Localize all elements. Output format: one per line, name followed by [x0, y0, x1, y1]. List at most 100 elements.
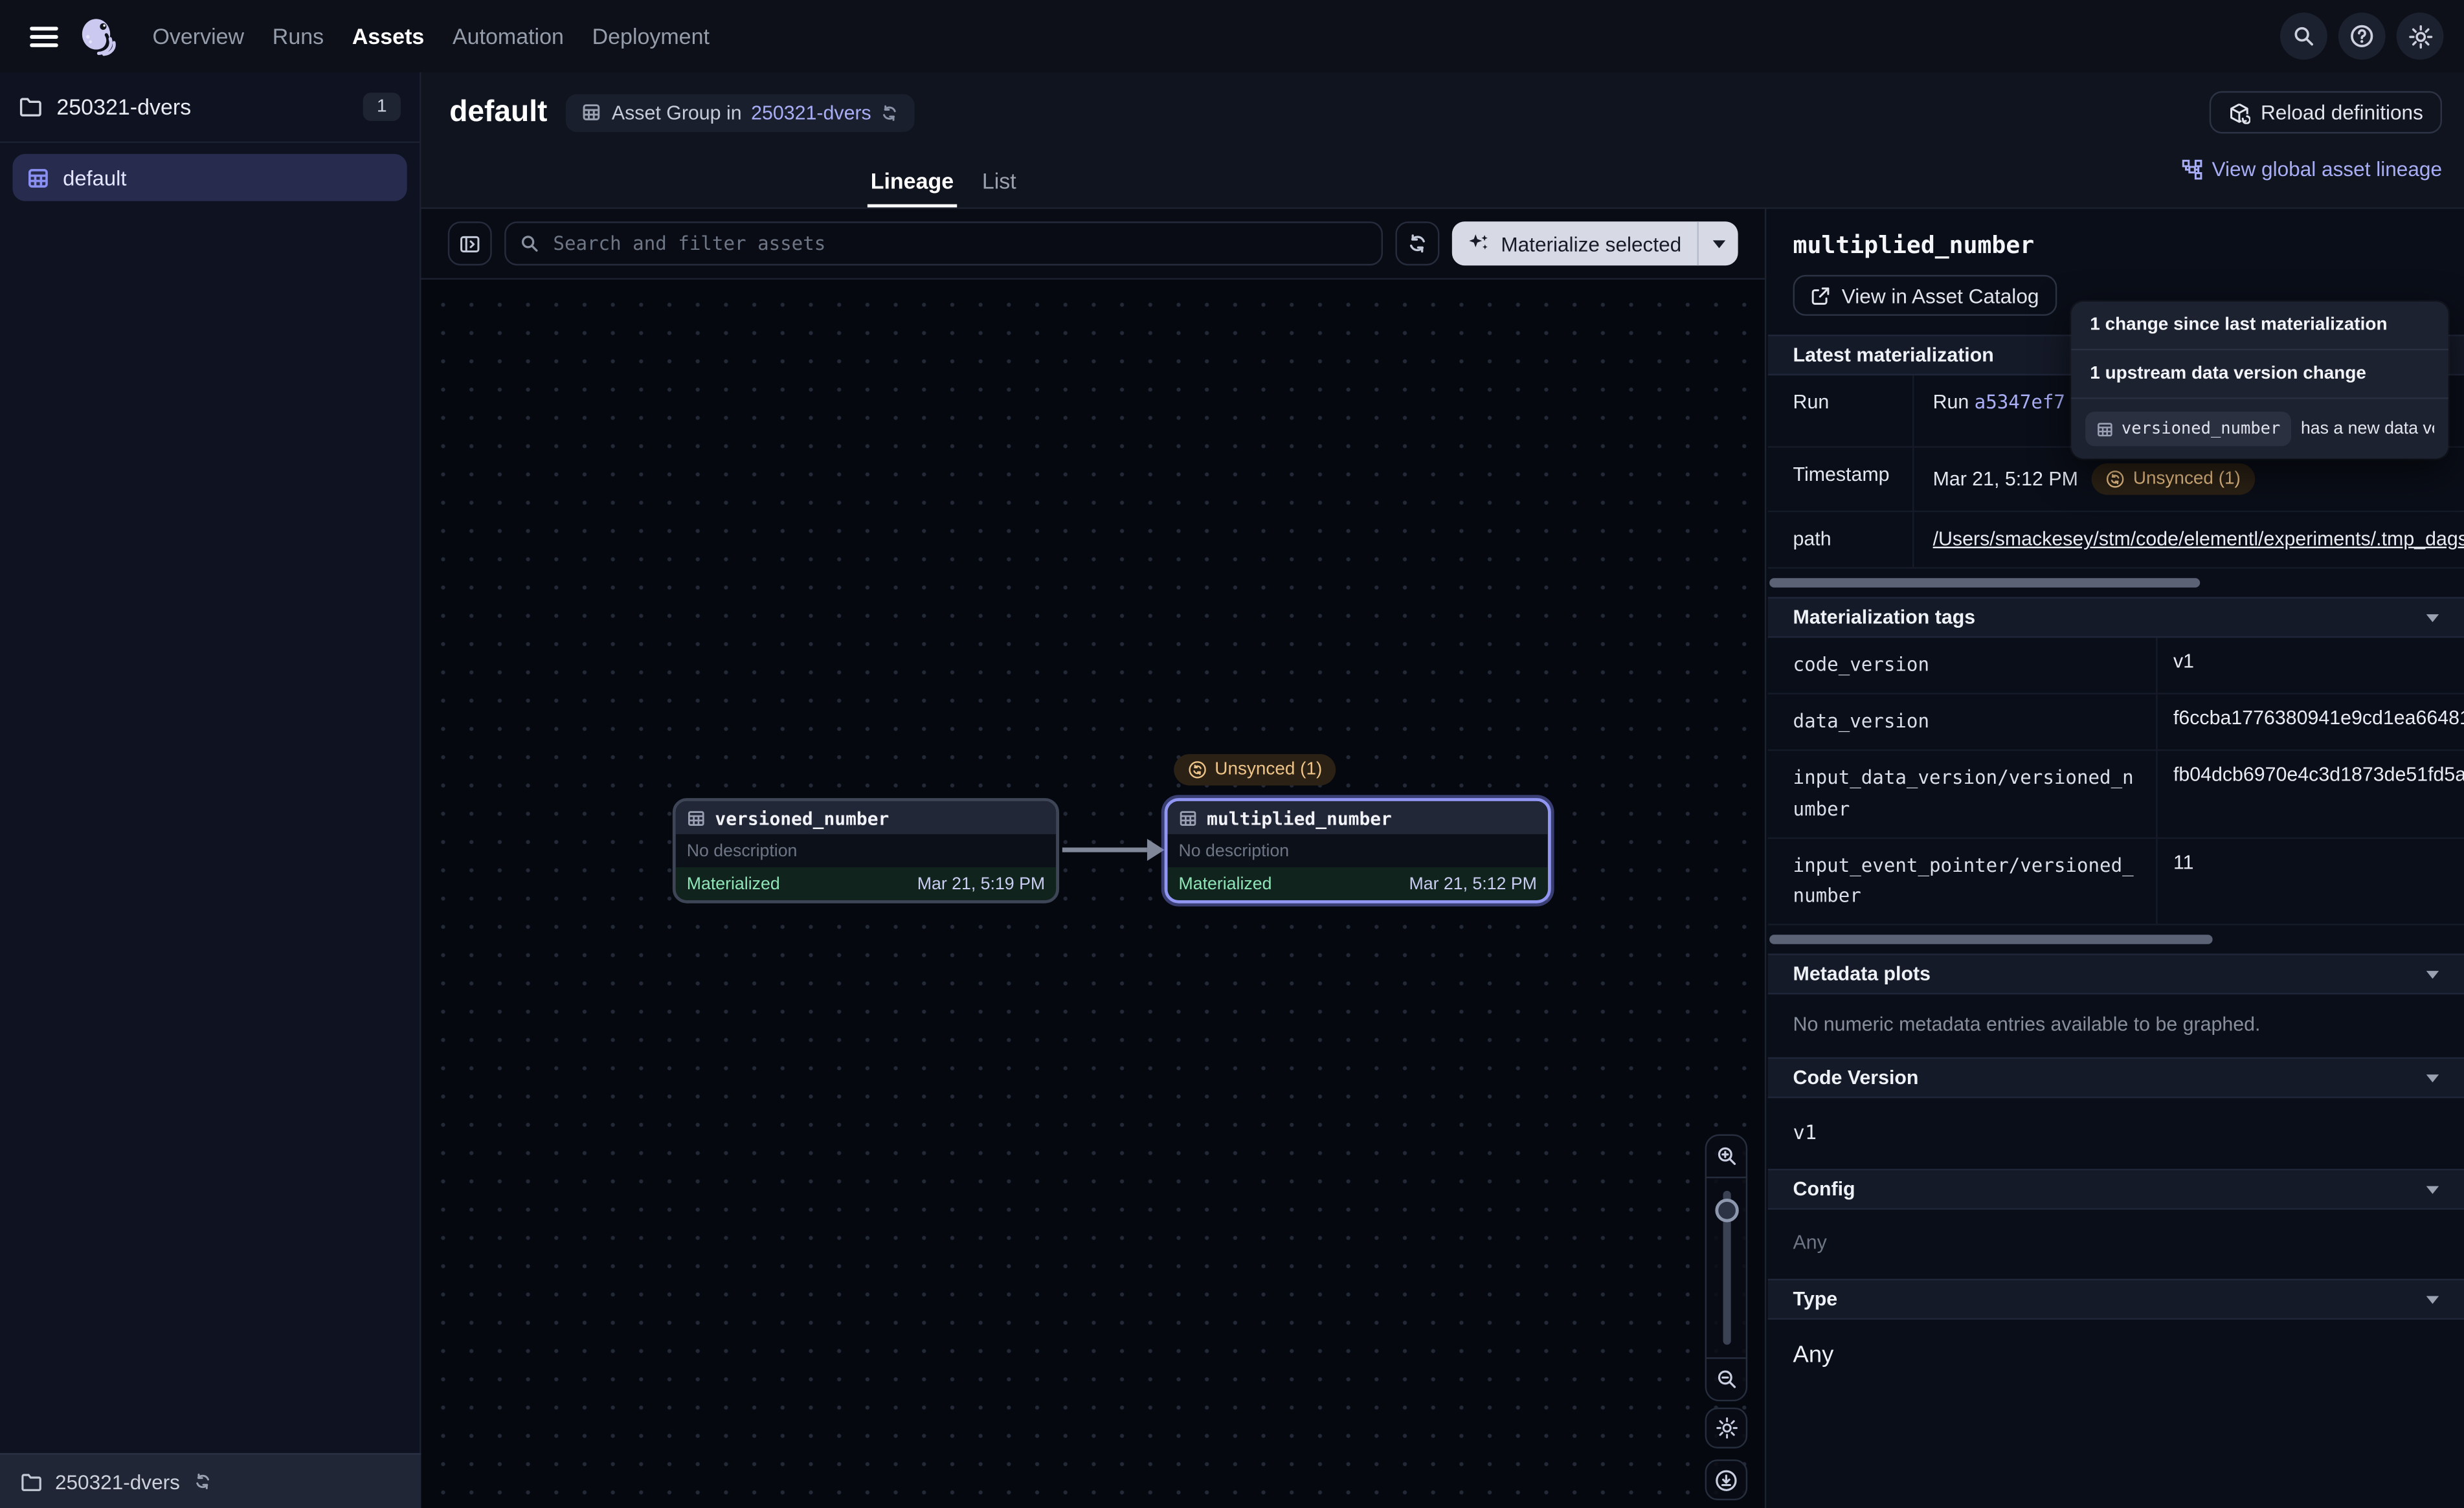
section-materialization-tags: Materialization tags — [1768, 597, 2464, 638]
materialize-dropdown-toggle[interactable] — [1699, 239, 1738, 247]
view-in-asset-catalog-label: View in Asset Catalog — [1842, 283, 2039, 307]
unsynced-icon — [2107, 470, 2125, 489]
tab-list[interactable]: List — [982, 168, 1016, 208]
section-type: Type — [1768, 1279, 2464, 1320]
sidebar-item-label: default — [63, 166, 126, 189]
search-button[interactable] — [2280, 12, 2327, 60]
asset-node-versioned-number[interactable]: versioned_number No description Material… — [673, 798, 1059, 904]
section-label: Config — [1793, 1179, 1855, 1201]
reload-definitions-label: Reload definitions — [2261, 100, 2423, 124]
search-icon — [2292, 25, 2314, 47]
path-link[interactable]: /Users/smackesey/stm/code/elementl/exper… — [1933, 528, 2464, 550]
lineage-edge-arrow — [1059, 832, 1166, 867]
search-icon — [520, 234, 539, 253]
table-icon — [687, 808, 706, 827]
tag-key: code_version — [1768, 638, 2158, 693]
asset-node-name: versioned_number — [715, 806, 889, 828]
tag-row-input-event-pointer: input_event_pointer/versioned_number 11 — [1768, 839, 2464, 926]
chevron-down-icon[interactable] — [2426, 1186, 2439, 1193]
tag-key: input_event_pointer/versioned_number — [1768, 839, 2158, 924]
asset-node-multiplied-number[interactable]: multiplied_number No description Materia… — [1165, 798, 1551, 904]
code-version-value: v1 — [1793, 1120, 2439, 1144]
section-label: Latest materialization — [1793, 344, 1994, 366]
section-label: Materialization tags — [1793, 606, 1976, 628]
horizontal-scrollbar[interactable] — [1769, 935, 2212, 945]
chevron-down-icon[interactable] — [2426, 614, 2439, 621]
chevron-down-icon[interactable] — [2426, 1074, 2439, 1081]
tab-lineage[interactable]: Lineage — [871, 168, 954, 208]
chip-prefix: Asset Group in — [612, 102, 742, 124]
timestamp-value: Mar 21, 5:12 PM — [1933, 468, 2078, 490]
row-path-key: path — [1768, 512, 1914, 567]
run-id-link[interactable]: a5347ef7 — [1975, 391, 2065, 413]
chip-repo-link[interactable]: 250321-dvers — [751, 102, 871, 124]
primary-nav: Overview Runs Assets Automation Deployme… — [152, 23, 709, 49]
asset-chip[interactable]: versioned_number — [2085, 412, 2291, 446]
asset-node-status: Materialized — [1178, 874, 1271, 893]
nav-runs[interactable]: Runs — [273, 23, 324, 49]
zoom-in-icon — [1715, 1146, 1737, 1168]
view-in-asset-catalog-button[interactable]: View in Asset Catalog — [1793, 275, 2057, 316]
run-prefix: Run — [1933, 391, 1975, 413]
table-icon — [2096, 420, 2114, 438]
asset-chip-label: versioned_number — [2122, 419, 2281, 438]
sync-icon[interactable] — [192, 1472, 211, 1491]
section-code-version: Code Version — [1768, 1058, 2464, 1098]
nav-automation[interactable]: Automation — [453, 23, 564, 49]
horizontal-scrollbar[interactable] — [1769, 578, 2200, 588]
asset-group-chip[interactable]: Asset Group in 250321-dvers — [566, 93, 915, 131]
graph-settings-button[interactable] — [1705, 1408, 1748, 1448]
nav-overview[interactable]: Overview — [152, 23, 244, 49]
unsynced-badge[interactable]: Unsynced (1) — [2092, 463, 2255, 495]
table-icon — [1178, 808, 1197, 827]
section-label: Code Version — [1793, 1067, 1919, 1089]
zoom-slider-knob[interactable] — [1714, 1199, 1738, 1222]
view-tabs: Lineage List — [871, 157, 1016, 208]
unsynced-badge-label: Unsynced (1) — [2133, 470, 2241, 489]
reload-definitions-button[interactable]: Reload definitions — [2209, 91, 2442, 134]
row-run-key: Run — [1768, 375, 1914, 446]
section-label: Type — [1793, 1289, 1838, 1311]
sidebar-count-badge: 1 — [363, 93, 401, 121]
asset-details-panel: multiplied_number View in Asset Catalog … — [1768, 209, 2464, 1508]
gear-icon — [2408, 25, 2432, 48]
asset-node-status: Materialized — [687, 874, 780, 893]
asset-node-description: No description — [1167, 834, 1547, 867]
hamburger-menu-icon[interactable] — [21, 12, 68, 60]
nav-deployment[interactable]: Deployment — [592, 23, 710, 49]
lineage-canvas[interactable]: Unsynced (1) versioned_number No descrip… — [421, 280, 1767, 1508]
zoom-slider[interactable] — [1707, 1177, 1746, 1359]
materialize-selected-button[interactable]: Materialize selected — [1452, 221, 1738, 265]
popup-suffix: has a new data version — [2301, 419, 2434, 438]
section-config: Config — [1768, 1169, 2464, 1210]
chevron-down-icon[interactable] — [2426, 970, 2439, 978]
settings-button[interactable] — [2397, 12, 2444, 60]
sync-icon — [880, 103, 899, 122]
nav-assets[interactable]: Assets — [352, 23, 424, 49]
materialize-sparkle-icon — [1468, 232, 1490, 254]
sidebar-repo-row[interactable]: 250321-dvers 1 — [0, 72, 420, 143]
asset-node-timestamp: Mar 21, 5:19 PM — [917, 874, 1045, 893]
help-button[interactable] — [2338, 12, 2386, 60]
lineage-toolbar: Materialize selected — [421, 209, 1767, 280]
section-metadata-plots: Metadata plots — [1768, 954, 2464, 995]
zoom-in-button[interactable] — [1707, 1136, 1746, 1177]
folder-icon — [19, 96, 42, 118]
refresh-graph-button[interactable] — [1396, 221, 1440, 265]
asset-node-name: multiplied_number — [1207, 806, 1392, 828]
search-input[interactable] — [550, 231, 1367, 256]
help-icon — [2349, 23, 2375, 49]
toggle-sidebar-button[interactable] — [448, 221, 492, 265]
chevron-down-icon[interactable] — [2426, 1296, 2439, 1303]
tag-value: 11 — [2158, 839, 2464, 924]
zoom-out-button[interactable] — [1707, 1359, 1746, 1400]
download-graph-button[interactable] — [1705, 1459, 1748, 1500]
sidebar-item-default[interactable]: default — [12, 154, 407, 201]
unsynced-badge[interactable]: Unsynced (1) — [1174, 754, 1336, 786]
asset-group-icon — [582, 102, 603, 123]
asset-node-description: No description — [676, 834, 1056, 867]
page-title: default — [449, 95, 547, 129]
view-global-asset-lineage-link[interactable]: View global asset lineage — [2180, 157, 2442, 181]
dagster-logo[interactable] — [77, 16, 118, 56]
tag-row-code-version: code_version v1 — [1768, 638, 2464, 694]
